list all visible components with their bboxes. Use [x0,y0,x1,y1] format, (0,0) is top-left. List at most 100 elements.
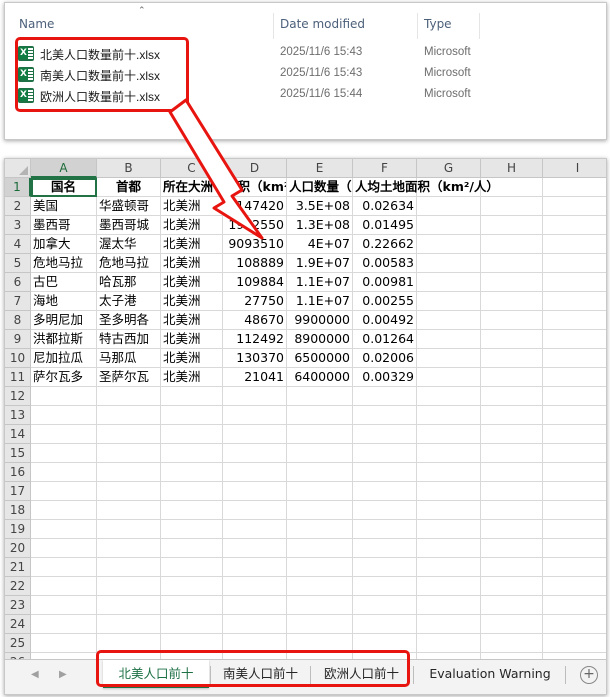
row-header[interactable]: 19 [5,520,31,539]
empty-cell[interactable] [223,539,287,558]
empty-cell[interactable] [481,615,543,634]
empty-cell[interactable] [161,482,223,501]
column-header-type[interactable]: Type [424,17,452,31]
empty-cell[interactable] [97,406,161,425]
table-cell[interactable]: 6400000 [287,368,353,387]
empty-cell[interactable] [161,463,223,482]
empty-cell[interactable] [287,596,353,615]
row-header[interactable]: 7 [5,292,31,311]
empty-cell[interactable] [97,425,161,444]
table-cell[interactable]: 太子港 [97,292,161,311]
table-cell[interactable]: 北美洲 [161,273,223,292]
table-cell[interactable]: 北美洲 [161,216,223,235]
column-header-e[interactable]: E [287,159,353,178]
empty-cell[interactable] [287,425,353,444]
table-cell[interactable]: 9900000 [287,311,353,330]
empty-cell[interactable] [543,520,606,539]
table-cell[interactable]: 1.1E+07 [287,273,353,292]
empty-cell[interactable] [97,444,161,463]
empty-cell[interactable] [417,444,481,463]
row-header[interactable]: 16 [5,463,31,482]
empty-cell[interactable] [161,539,223,558]
empty-cell[interactable] [287,387,353,406]
column-header-b[interactable]: B [97,159,161,178]
cell-e1[interactable]: 人口数量（人） [287,178,353,197]
empty-cell[interactable] [481,634,543,653]
empty-cell[interactable] [417,558,481,577]
table-cell[interactable]: 4E+07 [287,235,353,254]
empty-cell[interactable] [481,577,543,596]
empty-cell[interactable] [353,520,417,539]
row-header[interactable]: 9 [5,330,31,349]
empty-cell[interactable] [543,577,606,596]
table-cell[interactable]: 0.00329 [353,368,417,387]
empty-cell[interactable] [543,292,606,311]
column-header-name[interactable]: Name [19,17,54,31]
table-cell[interactable]: 特古西加 [97,330,161,349]
empty-cell[interactable] [481,273,543,292]
empty-cell[interactable] [543,178,606,197]
empty-cell[interactable] [97,615,161,634]
empty-cell[interactable] [97,482,161,501]
table-cell[interactable]: 130370 [223,349,287,368]
empty-cell[interactable] [97,463,161,482]
table-cell[interactable]: 0.01264 [353,330,417,349]
empty-cell[interactable] [417,406,481,425]
empty-cell[interactable] [223,577,287,596]
empty-cell[interactable] [543,235,606,254]
empty-cell[interactable] [223,387,287,406]
table-cell[interactable]: 112492 [223,330,287,349]
empty-cell[interactable] [97,596,161,615]
table-cell[interactable]: 北美洲 [161,197,223,216]
empty-cell[interactable] [31,596,97,615]
empty-cell[interactable] [287,463,353,482]
empty-cell[interactable] [417,254,481,273]
empty-cell[interactable] [223,482,287,501]
empty-cell[interactable] [161,444,223,463]
empty-cell[interactable] [353,387,417,406]
empty-cell[interactable] [481,501,543,520]
empty-cell[interactable] [31,577,97,596]
table-cell[interactable]: 1972550 [223,216,287,235]
table-cell[interactable]: 48670 [223,311,287,330]
empty-cell[interactable] [417,216,481,235]
column-divider[interactable] [273,13,274,39]
column-header-f[interactable]: F [353,159,417,178]
empty-cell[interactable] [543,406,606,425]
empty-cell[interactable] [543,197,606,216]
empty-cell[interactable] [481,387,543,406]
empty-cell[interactable] [481,235,543,254]
empty-cell[interactable] [417,539,481,558]
empty-cell[interactable] [353,558,417,577]
table-cell[interactable]: 1.9E+07 [287,254,353,273]
empty-cell[interactable] [417,387,481,406]
empty-cell[interactable] [223,406,287,425]
column-header-a[interactable]: A [31,159,97,178]
cell-c1[interactable]: 所在大洲 [161,178,223,197]
cell-b1[interactable]: 首都 [97,178,161,197]
empty-cell[interactable] [287,444,353,463]
empty-cell[interactable] [481,444,543,463]
empty-cell[interactable] [223,596,287,615]
tab-scroll-right-icon[interactable]: ▶ [59,669,67,680]
empty-cell[interactable] [481,406,543,425]
table-cell[interactable]: 北美洲 [161,368,223,387]
table-cell[interactable]: 危地马拉 [31,254,97,273]
empty-cell[interactable] [31,482,97,501]
empty-cell[interactable] [417,425,481,444]
empty-cell[interactable] [161,520,223,539]
empty-cell[interactable] [543,330,606,349]
row-header[interactable]: 11 [5,368,31,387]
table-cell[interactable]: 109884 [223,273,287,292]
row-header[interactable]: 24 [5,615,31,634]
empty-cell[interactable] [417,596,481,615]
row-header[interactable]: 25 [5,634,31,653]
table-cell[interactable]: 墨西哥 [31,216,97,235]
empty-cell[interactable] [287,539,353,558]
empty-cell[interactable] [353,539,417,558]
empty-cell[interactable] [417,577,481,596]
empty-cell[interactable] [97,520,161,539]
empty-cell[interactable] [543,596,606,615]
empty-cell[interactable] [31,539,97,558]
empty-cell[interactable] [287,615,353,634]
